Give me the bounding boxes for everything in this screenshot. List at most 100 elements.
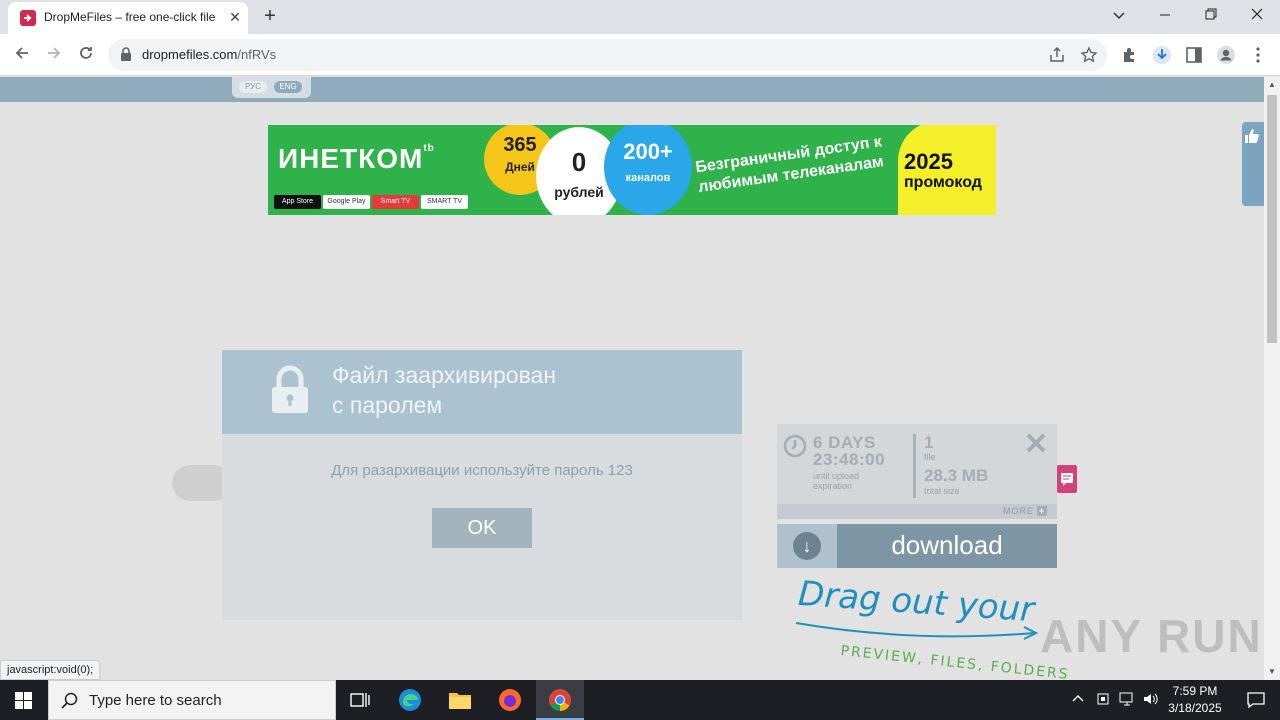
chrome-icon xyxy=(549,689,571,711)
clock-date: 3/18/2025 xyxy=(1168,701,1222,715)
url-host: dropmefiles.com xyxy=(142,47,238,62)
google-play-badge: Google Play xyxy=(323,195,370,209)
feedback-button[interactable] xyxy=(1057,465,1077,493)
tab-search-button[interactable] xyxy=(1096,0,1142,30)
edge-icon xyxy=(399,689,421,711)
info-divider xyxy=(913,434,916,498)
status-bar-url: javascript:void(0); xyxy=(0,660,101,680)
lang-eng-button[interactable]: ENG xyxy=(274,81,302,93)
banner-store-badges: App Store Google Play Smart TV SMART TV xyxy=(274,190,470,209)
total-size-label: total size xyxy=(924,486,960,496)
clock-time: 7:59 PM xyxy=(1172,684,1218,698)
windows-logo-icon xyxy=(15,692,32,709)
forward-button[interactable] xyxy=(42,43,66,67)
reload-button[interactable] xyxy=(74,43,98,67)
plus-icon: + xyxy=(1037,506,1047,516)
extensions-puzzle-icon[interactable] xyxy=(1120,45,1140,65)
more-bar[interactable]: MORE + xyxy=(777,504,1057,519)
expiry-label-line2: expiration xyxy=(813,481,853,491)
reload-icon xyxy=(80,47,92,59)
app-store-badge: App Store xyxy=(274,195,321,209)
arrow-right-icon xyxy=(48,47,61,59)
notification-icon xyxy=(1247,692,1265,709)
total-size: 28.3 MB xyxy=(924,466,989,485)
ok-button[interactable]: OK xyxy=(432,508,532,548)
banner-circle-channels: 200+ каналов xyxy=(604,125,692,215)
expiry-time: 23:48:00 xyxy=(813,450,886,469)
task-view-button[interactable] xyxy=(336,680,384,720)
taskbar-search-box[interactable]: Type here to search xyxy=(48,680,336,720)
tab-close-button[interactable]: ✕ xyxy=(226,8,244,26)
banner-days-word: Дней xyxy=(505,160,535,174)
banner-logo-text: ИНЕТКОМ xyxy=(278,143,424,174)
scroll-up-arrow-icon[interactable]: ▲ xyxy=(1264,77,1280,93)
arrow-left-icon xyxy=(15,47,28,59)
ad-banner[interactable]: ИНЕТКОМtb App Store Google Play Smart TV SM… xyxy=(268,125,996,215)
clock-icon xyxy=(783,434,807,458)
tray-volume[interactable] xyxy=(1142,691,1158,710)
file-count: 1 xyxy=(924,433,934,452)
tray-network[interactable] xyxy=(1118,691,1136,710)
scroll-down-arrow-icon[interactable]: ▼ xyxy=(1264,664,1280,680)
drag-subheadline: PREVIEW, FILES, FOLDERS xyxy=(839,643,1071,680)
password-modal: Файл заархивирован с паролем Для разархив… xyxy=(222,350,742,620)
dropmefiles-favicon-icon xyxy=(20,10,36,26)
more-label: MORE xyxy=(1003,506,1034,516)
file-explorer-app[interactable] xyxy=(436,680,484,720)
banner-slogan: Безграничный доступ к любимым телеканала… xyxy=(694,133,885,197)
thumbs-up-icon xyxy=(1245,129,1259,143)
folder-icon xyxy=(449,693,471,709)
drag-arrow-icon xyxy=(795,622,1039,640)
download-button[interactable]: ↓ download xyxy=(777,524,1057,568)
share-icon[interactable] xyxy=(1048,46,1066,64)
notifications-button[interactable] xyxy=(1232,680,1280,720)
minimize-button[interactable] xyxy=(1142,0,1188,30)
banner-logo-sup: tb xyxy=(423,143,435,154)
like-tab[interactable] xyxy=(1242,122,1264,206)
bookmark-star-icon[interactable] xyxy=(1080,46,1098,64)
start-button[interactable] xyxy=(0,680,48,720)
edge-app[interactable] xyxy=(386,680,434,720)
firefox-app[interactable] xyxy=(486,680,534,720)
banner-promo: 2025 промокод xyxy=(898,125,996,215)
kebab-menu-icon[interactable] xyxy=(1248,45,1268,65)
banner-logo: ИНЕТКОМtb xyxy=(278,143,435,175)
anyrun-watermark: ANY RUN xyxy=(1040,610,1263,662)
back-button[interactable] xyxy=(10,43,34,67)
url-text: dropmefiles.com/nfRVs xyxy=(142,47,276,62)
padlock-icon xyxy=(272,365,308,413)
tab-title: DropMeFiles – free one-click file xyxy=(44,10,216,24)
close-window-button[interactable] xyxy=(1234,0,1280,30)
close-panel-icon[interactable] xyxy=(1025,432,1047,454)
download-icon[interactable] xyxy=(1152,45,1172,65)
tray-device[interactable] xyxy=(1096,691,1110,710)
profile-avatar-icon[interactable] xyxy=(1216,45,1236,65)
samsung-smart-tv-badge: SMART TV xyxy=(421,195,468,209)
modal-message: Для разархивации используйте пароль 123 xyxy=(331,462,633,479)
taskbar-clock[interactable]: 7:59 PM 3/18/2025 xyxy=(1160,683,1230,717)
modal-header: Файл заархивирован с паролем xyxy=(222,350,742,434)
scrollbar-thumb[interactable] xyxy=(1267,95,1277,343)
expiry-label: until upload expiration xyxy=(813,471,859,491)
network-icon xyxy=(1119,692,1133,706)
language-switcher: РУС ENG xyxy=(232,77,311,98)
chrome-app[interactable] xyxy=(536,680,584,720)
lang-rus-button[interactable]: РУС xyxy=(239,81,267,93)
address-bar[interactable]: dropmefiles.com/nfRVs xyxy=(108,39,1107,71)
task-view-icon xyxy=(350,693,370,707)
side-panel-icon[interactable] xyxy=(1184,45,1204,65)
tab-bar: DropMeFiles – free one-click file ✕ + xyxy=(0,0,1280,34)
chevron-down-icon xyxy=(1113,12,1125,20)
file-info-panel: 6 DAYS 23:48:00 until upload expiration 1 … xyxy=(777,424,1057,519)
download-arrow-icon: ↓ xyxy=(793,532,821,560)
banner-channels-number: 200+ xyxy=(623,139,673,164)
banner-promo-year: 2025 xyxy=(904,149,953,174)
show-hidden-icons[interactable] xyxy=(1072,691,1084,705)
restore-icon xyxy=(1205,8,1217,20)
restore-button[interactable] xyxy=(1188,0,1234,30)
more-toggle[interactable]: MORE + xyxy=(1003,506,1047,516)
close-icon xyxy=(1251,8,1263,20)
browser-tab[interactable]: DropMeFiles – free one-click file ✕ xyxy=(8,2,248,34)
new-tab-button[interactable]: + xyxy=(258,4,282,28)
vertical-scrollbar[interactable]: ▲ ▼ xyxy=(1264,77,1280,680)
